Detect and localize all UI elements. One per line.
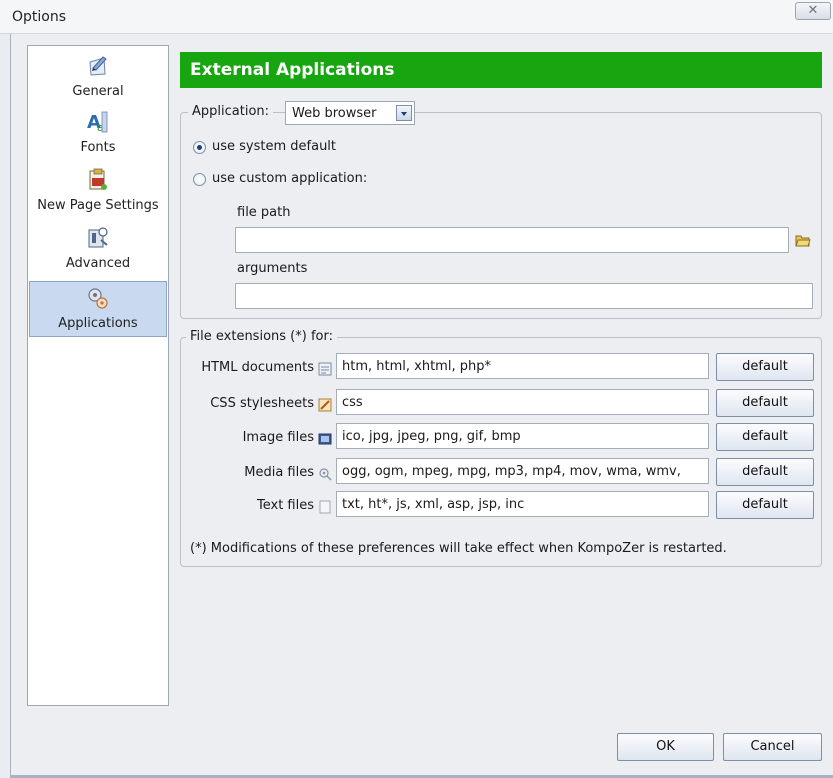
category-sidebar: General A a Fonts New Page Settings Adva… bbox=[27, 45, 169, 706]
folder-browse-icon[interactable] bbox=[795, 233, 811, 247]
arguments-input[interactable] bbox=[235, 283, 813, 309]
general-icon bbox=[89, 56, 107, 76]
file-path-input[interactable] bbox=[235, 227, 789, 253]
sidebar-item-label: New Page Settings bbox=[37, 198, 159, 213]
text-extensions-input[interactable]: txt, ht*, js, xml, asp, jsp, inc bbox=[336, 491, 709, 517]
close-icon: ✕ bbox=[807, 3, 819, 18]
sidebar-item-fonts[interactable]: A a Fonts bbox=[29, 106, 167, 162]
chevron-down-icon[interactable] bbox=[396, 105, 412, 121]
text-files-label: Text files bbox=[257, 498, 314, 513]
system-default-radio[interactable] bbox=[193, 141, 206, 154]
arguments-label: arguments bbox=[237, 261, 308, 276]
custom-application-radio[interactable] bbox=[193, 173, 206, 186]
text-default-button[interactable]: default bbox=[716, 491, 814, 519]
image-file-icon bbox=[318, 433, 332, 445]
application-select[interactable]: Web browser bbox=[285, 101, 415, 125]
system-default-label: use system default bbox=[212, 139, 337, 154]
applications-icon bbox=[88, 288, 108, 309]
media-files-label: Media files bbox=[244, 465, 314, 480]
html-documents-label: HTML documents bbox=[201, 360, 314, 375]
css-stylesheets-label: CSS stylesheets bbox=[210, 396, 314, 411]
file-extensions-legend: File extensions (*) for: bbox=[186, 329, 337, 344]
css-default-button[interactable]: default bbox=[716, 389, 814, 417]
window-title: Options bbox=[12, 9, 67, 25]
sidebar-item-label: Advanced bbox=[65, 256, 131, 271]
html-default-button[interactable]: default bbox=[716, 353, 814, 381]
media-extensions-input[interactable]: ogg, ogm, mpeg, mpg, mp3, mp4, mov, wma,… bbox=[336, 458, 709, 484]
custom-application-label: use custom application: bbox=[212, 171, 368, 186]
sidebar-item-label: Applications bbox=[58, 316, 138, 331]
sidebar-item-advanced[interactable]: Advanced bbox=[29, 222, 167, 278]
title-bar: Options ✕ bbox=[0, 0, 833, 34]
css-stylesheet-icon bbox=[318, 398, 332, 412]
application-select-value: Web browser bbox=[292, 106, 377, 121]
close-button[interactable]: ✕ bbox=[795, 2, 831, 20]
sidebar-item-general[interactable]: General bbox=[29, 50, 167, 106]
media-default-button[interactable]: default bbox=[716, 458, 814, 486]
image-files-label: Image files bbox=[242, 430, 314, 445]
sidebar-item-label: General bbox=[72, 84, 124, 99]
panel-title: External Applications bbox=[180, 52, 822, 88]
ok-button[interactable]: OK bbox=[617, 733, 714, 761]
sidebar-item-label: Fonts bbox=[80, 140, 116, 155]
media-file-icon bbox=[319, 468, 332, 481]
advanced-icon bbox=[88, 227, 108, 248]
cancel-button[interactable]: Cancel bbox=[723, 733, 822, 761]
image-default-button[interactable]: default bbox=[716, 423, 814, 451]
text-file-icon bbox=[319, 500, 331, 514]
restart-note: (*) Modifications of these preferences w… bbox=[190, 541, 727, 556]
file-path-label: file path bbox=[237, 205, 291, 220]
fonts-icon: A a bbox=[87, 111, 108, 134]
html-document-icon bbox=[318, 362, 332, 376]
application-label: Application: bbox=[188, 104, 274, 119]
sidebar-item-applications[interactable]: Applications bbox=[29, 281, 167, 337]
new-page-settings-icon bbox=[89, 168, 107, 190]
sidebar-item-new-page-settings[interactable]: New Page Settings bbox=[29, 164, 167, 220]
css-extensions-input[interactable]: css bbox=[336, 389, 709, 415]
html-extensions-input[interactable]: htm, html, xhtml, php* bbox=[336, 353, 709, 379]
image-extensions-input[interactable]: ico, jpg, jpeg, png, gif, bmp bbox=[336, 423, 709, 449]
